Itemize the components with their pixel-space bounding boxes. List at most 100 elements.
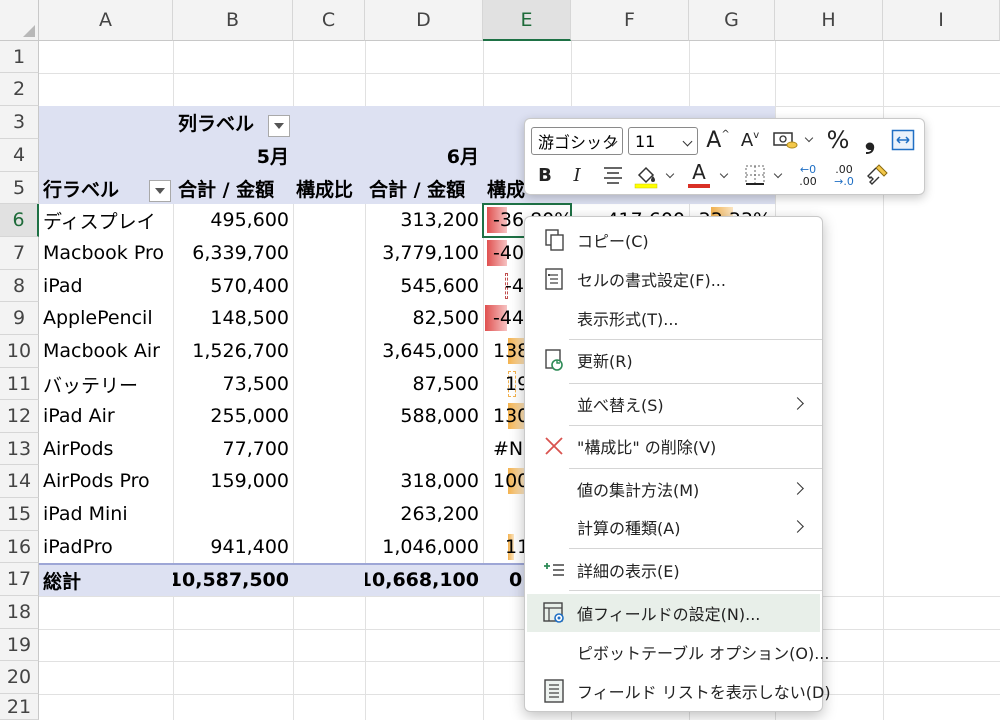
menu-item-show-values-as[interactable]: 計算の種類(A): [527, 508, 820, 546]
font-color-icon: A: [692, 160, 706, 184]
row-header-8[interactable]: 8: [0, 270, 39, 302]
menu-item-remove-field[interactable]: "構成比" の削除(V): [527, 427, 820, 465]
sum-amount-header-may: 合計 / 金額: [178, 178, 275, 201]
menu-item-hide-field-list[interactable]: フィールド リストを表示しない(D): [527, 672, 831, 710]
row-header-18[interactable]: 18: [0, 596, 39, 629]
row-header-7[interactable]: 7: [0, 237, 39, 270]
chevron-right-icon: [791, 520, 804, 533]
column-header-g[interactable]: G: [689, 0, 775, 41]
value-cell: 159,000: [210, 470, 289, 492]
menu-item-show-details[interactable]: 詳細の表示(E): [527, 551, 820, 589]
chevron-down-icon[interactable]: [773, 169, 783, 179]
value-cell: 255,000: [210, 405, 289, 427]
value-cell: 1,046,000: [382, 536, 479, 558]
menu-item-pivot-options[interactable]: ピボットテーブル オプション(O)...: [527, 633, 829, 671]
format-painter-button[interactable]: [863, 161, 891, 189]
row-header-6[interactable]: 6: [0, 204, 39, 237]
menu-separator: [569, 548, 822, 549]
column-labels-filter-button[interactable]: [268, 115, 290, 137]
chevron-right-icon: [791, 482, 804, 495]
decrease-font-size-button[interactable]: Av: [735, 125, 765, 155]
comma-style-button[interactable]: ❟: [857, 125, 883, 155]
menu-item-value-field-settings[interactable]: 値フィールドの設定(N)...: [527, 594, 820, 632]
row-header-19[interactable]: 19: [0, 629, 39, 661]
row-header-4[interactable]: 4: [0, 139, 39, 172]
row-header-5[interactable]: 5: [0, 172, 39, 204]
fill-bucket-icon: [634, 166, 658, 189]
row-header-11[interactable]: 11: [0, 368, 39, 400]
column-header-h[interactable]: H: [775, 0, 883, 41]
row-header-13[interactable]: 13: [0, 433, 39, 465]
menu-item-label: ピボットテーブル オプション(O)...: [577, 644, 830, 663]
percent-style-button[interactable]: %: [823, 125, 853, 155]
row-header-9[interactable]: 9: [0, 302, 39, 335]
menu-item-label: 詳細の表示(E): [577, 562, 680, 581]
chevron-down-icon[interactable]: [719, 169, 729, 179]
row-header-20[interactable]: 20: [0, 661, 39, 694]
spreadsheet[interactable]: A B C D E F G H I 1 2 3 4 5 6 7 8 9 10 1…: [0, 0, 1000, 720]
row-header-15[interactable]: 15: [0, 498, 39, 531]
menu-item-format-cells[interactable]: セルの書式設定(F)...: [527, 260, 820, 298]
row-label-cell: ApplePencil: [43, 307, 153, 329]
column-header-e[interactable]: E: [483, 0, 571, 41]
font-color-swatch: [688, 184, 710, 188]
chevron-down-icon[interactable]: [804, 133, 814, 143]
ratio-cell: [493, 498, 525, 530]
menu-item-summarize-by[interactable]: 値の集計方法(M): [527, 470, 820, 508]
italic-button[interactable]: I: [565, 161, 589, 189]
row-header-10[interactable]: 10: [0, 335, 39, 368]
center-align-button[interactable]: [599, 161, 627, 189]
column-header-c[interactable]: C: [293, 0, 365, 41]
menu-item-copy[interactable]: コピー(C): [527, 221, 820, 259]
grand-total-label: 総計: [43, 570, 82, 593]
ratio-cell: 130: [493, 405, 525, 427]
menu-item-label: コピー(C): [577, 232, 649, 251]
font-name-select[interactable]: 游ゴシック: [531, 127, 623, 155]
menu-item-number-format[interactable]: 表示形式(T)...: [527, 299, 820, 337]
column-header-d[interactable]: D: [365, 0, 483, 41]
row-header-16[interactable]: 16: [0, 531, 39, 563]
merge-center-button[interactable]: [889, 127, 917, 153]
value-cell: 3,779,100: [382, 242, 479, 264]
menu-item-label: 値フィールドの設定(N)...: [577, 605, 761, 624]
decrease-decimal-button[interactable]: .00 →.0: [829, 161, 859, 191]
menu-item-sort[interactable]: 並べ替え(S): [527, 385, 820, 423]
column-header-b[interactable]: B: [173, 0, 293, 41]
month-may-header: 5月: [256, 145, 289, 168]
row-labels-filter-button[interactable]: [149, 180, 171, 202]
bold-button[interactable]: B: [533, 161, 557, 189]
column-header-f[interactable]: F: [571, 0, 689, 41]
row-header-21[interactable]: 21: [0, 694, 39, 720]
ratio-header-june: 構成: [487, 178, 526, 201]
row-header-3[interactable]: 3: [0, 106, 39, 139]
menu-item-refresh[interactable]: 更新(R): [527, 341, 820, 379]
ratio-cell: #NU: [493, 438, 525, 460]
ratio-cell: -4: [505, 275, 524, 297]
column-header-a[interactable]: A: [39, 0, 173, 41]
menu-item-label: 表示形式(T)...: [577, 310, 679, 329]
font-color-button[interactable]: A: [685, 159, 713, 191]
chevron-down-icon[interactable]: [665, 169, 675, 179]
row-header-14[interactable]: 14: [0, 465, 39, 498]
fill-color-button[interactable]: [631, 161, 661, 191]
grand-total-may: 10,587,500: [173, 569, 289, 591]
borders-button[interactable]: [741, 161, 769, 189]
menu-separator: [569, 339, 822, 340]
increase-decimal-button[interactable]: ←0.00: [793, 161, 823, 191]
select-all-corner[interactable]: [0, 0, 39, 41]
number-format-button[interactable]: [769, 126, 801, 154]
increase-font-size-button[interactable]: A ^: [703, 125, 733, 155]
row-header-2[interactable]: 2: [0, 73, 39, 106]
font-size-select[interactable]: 11: [628, 127, 698, 155]
column-header-i[interactable]: I: [883, 0, 1000, 41]
value-cell: 87,500: [412, 373, 479, 395]
value-cell: 588,000: [400, 405, 479, 427]
row-header-17[interactable]: 17: [0, 563, 39, 596]
row-header-12[interactable]: 12: [0, 400, 39, 433]
row-header-1[interactable]: 1: [0, 41, 39, 73]
chevron-right-icon: [791, 397, 804, 410]
value-cell: 73,500: [222, 373, 289, 395]
ratio-cell: 138: [493, 340, 525, 362]
decimal-label: .00: [799, 175, 817, 188]
copy-icon: [541, 227, 567, 253]
